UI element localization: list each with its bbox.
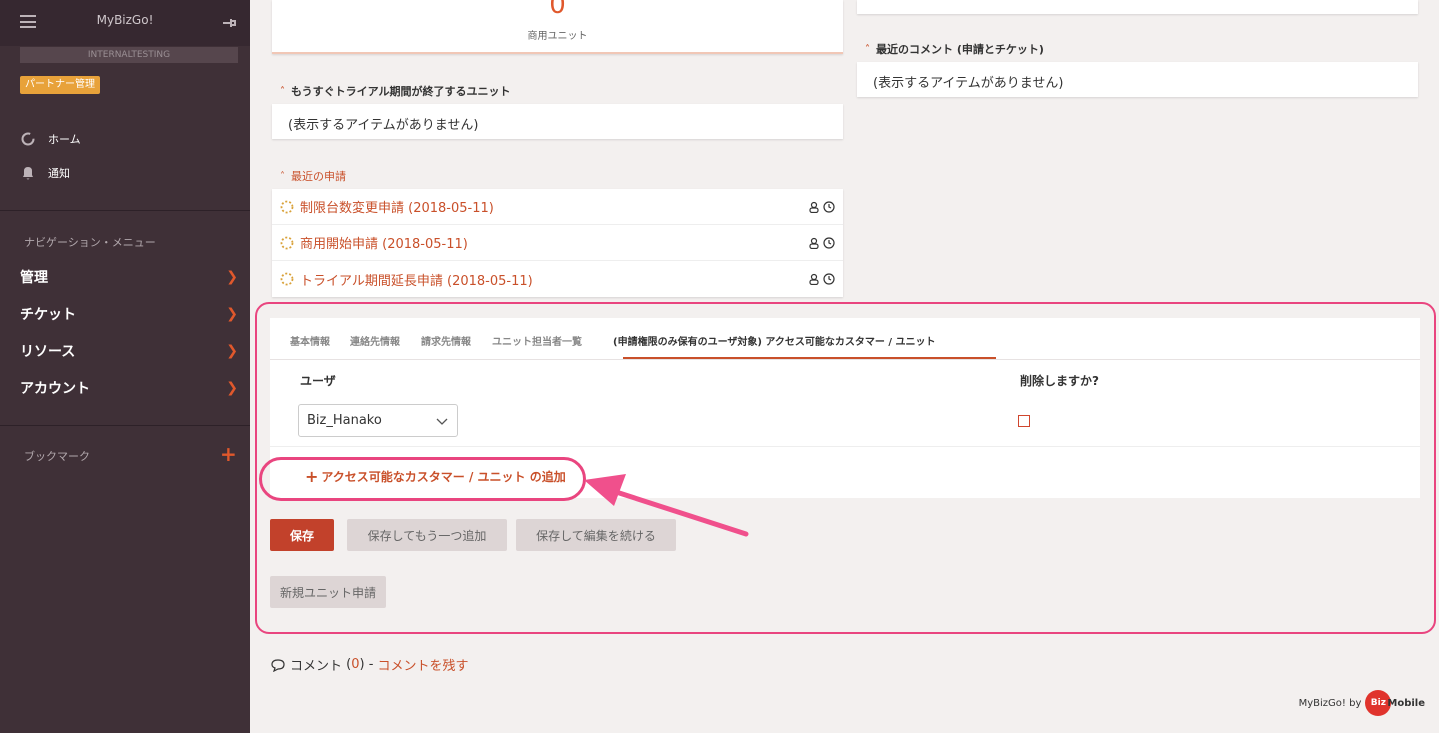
highlight-oval (259, 457, 586, 501)
user-select[interactable]: Biz_Hanako (298, 404, 458, 437)
save-and-add-another-button[interactable]: 保存してもう一つ追加 (347, 519, 507, 551)
trial-section-card: (表示するアイテムがありません) (272, 104, 843, 139)
nav-item-resources[interactable]: リソース ❯ (20, 341, 238, 361)
request-meta (808, 200, 835, 213)
recent-comments-card: (表示するアイテムがありません) (857, 62, 1418, 97)
chevron-up-icon: ˄ (280, 85, 285, 97)
tab-billing-info[interactable]: 請求先情報 (421, 333, 471, 348)
comment-count: 0 (351, 657, 360, 672)
sidebar-divider (0, 210, 250, 211)
empty-message: (表示するアイテムがありません) (288, 118, 479, 133)
section-title: もうすぐトライアル期間が終了するユニット (291, 85, 511, 98)
footer: MyBizGo! by Biz Mobile (1299, 690, 1425, 716)
circle-icon (21, 132, 35, 146)
request-link[interactable]: トライアル期間延長申請 (2018-05-11) (300, 270, 808, 289)
clock-icon (823, 273, 835, 285)
empty-message: (表示するアイテムがありません) (873, 76, 1064, 91)
sidebar-item-notifications[interactable]: 通知 (20, 165, 70, 181)
comment-close-paren: ) - (359, 657, 378, 672)
column-header-delete: 削除しますか? (1020, 374, 1099, 388)
active-tab-indicator (623, 357, 996, 359)
clock-icon (823, 236, 835, 249)
clock-icon (823, 200, 835, 213)
chevron-right-icon: ❯ (226, 343, 238, 359)
tab-contact-info[interactable]: 連絡先情報 (350, 333, 400, 348)
request-link[interactable]: 制限台数変更申請 (2018-05-11) (300, 197, 808, 216)
sidebar-item-home[interactable]: ホーム (20, 131, 81, 147)
nav-heading: ナビゲーション・メニュー (24, 236, 156, 249)
user-icon (809, 273, 819, 285)
sidebar-item-label: ホーム (48, 133, 81, 146)
recent-comments-heading[interactable]: ˄ 最近のコメント (申請とチケット) (865, 41, 1044, 57)
bookmark-heading: ブックマーク (24, 450, 90, 463)
request-meta (808, 273, 835, 285)
commercial-units-label: 商用ユニット (527, 31, 588, 42)
sidebar-item-label: 通知 (48, 167, 70, 180)
bizmobile-logo: Biz Mobile (1365, 690, 1425, 716)
tab-unit-contacts[interactable]: ユニット担当者一覧 (492, 333, 582, 348)
tab-basic-info[interactable]: 基本情報 (290, 333, 330, 348)
sidebar-topbar: MyBizGo! (0, 0, 250, 46)
new-unit-request-button[interactable]: 新規ユニット申請 (270, 576, 386, 608)
logo-text: Mobile (1387, 697, 1425, 709)
trial-section-heading[interactable]: ˄ もうすぐトライアル期間が終了するユニット (280, 83, 511, 99)
section-title: 最近の申請 (291, 170, 346, 183)
recent-requests-heading[interactable]: ˄ 最近の申請 (280, 168, 346, 184)
column-header-user: ユーザ (300, 374, 336, 388)
comment-open-paren: ( (342, 657, 352, 672)
nav-item-label: チケット (20, 307, 76, 323)
chevron-down-icon (436, 418, 448, 425)
section-title: 最近のコメント (申請とチケット) (876, 43, 1044, 56)
chevron-right-icon: ❯ (226, 306, 238, 322)
user-select-value: Biz_Hanako (307, 413, 382, 428)
list-item[interactable]: トライアル期間延長申請 (2018-05-11) (272, 261, 843, 297)
right-top-card (857, 0, 1418, 14)
delete-checkbox[interactable] (1018, 415, 1030, 427)
bell-icon (23, 167, 33, 180)
chevron-right-icon: ❯ (226, 380, 238, 396)
pending-spinner-icon (280, 272, 294, 286)
leave-comment-link[interactable]: コメントを残す (378, 655, 469, 674)
nav-item-tickets[interactable]: チケット ❯ (20, 304, 238, 324)
nav-item-account[interactable]: アカウント ❯ (20, 378, 238, 398)
nav-item-management[interactable]: 管理 ❯ (20, 267, 238, 287)
chevron-up-icon: ˄ (865, 43, 870, 55)
add-bookmark-icon[interactable]: + (220, 444, 237, 464)
recent-requests-card: 制限台数変更申請 (2018-05-11) 商用開始申請 (2018-05-11… (272, 189, 843, 297)
tab-bar: 基本情報 連絡先情報 請求先情報 ユニット担当者一覧 (申請権限のみ保有のユーザ… (270, 318, 1420, 360)
chevron-up-icon: ˄ (280, 170, 285, 182)
sidebar-divider (0, 425, 250, 426)
tab-accessible-customers[interactable]: (申請権限のみ保有のユーザ対象) アクセス可能なカスタマー / ユニット (613, 333, 936, 348)
commercial-units-card: 0 商用ユニット (272, 0, 843, 54)
app-title: MyBizGo! (96, 13, 154, 27)
nav-item-label: アカウント (20, 381, 90, 397)
tenant-label: INTERNALTESTING (20, 47, 238, 63)
save-button[interactable]: 保存 (270, 519, 334, 551)
pending-spinner-icon (280, 236, 294, 249)
nav-item-label: 管理 (20, 270, 48, 286)
user-icon (809, 201, 819, 213)
comment-label: コメント (290, 659, 343, 674)
request-link[interactable]: 商用開始申請 (2018-05-11) (300, 233, 808, 252)
list-item[interactable]: 商用開始申請 (2018-05-11) (272, 225, 843, 261)
chevron-right-icon: ❯ (226, 269, 238, 285)
footer-text: MyBizGo! by (1298, 697, 1362, 709)
pending-spinner-icon (280, 200, 294, 213)
request-meta (808, 236, 835, 249)
nav-item-label: リソース (20, 344, 76, 360)
pin-icon[interactable] (220, 14, 238, 32)
sidebar: MyBizGo! INTERNALTESTING パートナー管理 ホーム 通知 … (0, 0, 250, 733)
main-content: 0 商用ユニット ˄ もうすぐトライアル期間が終了するユニット (表示するアイテ… (250, 0, 1439, 733)
speech-bubble-icon (271, 658, 285, 672)
partner-management-badge[interactable]: パートナー管理 (20, 76, 100, 94)
comment-line: コメント ( 0 ) - コメントを残す (270, 655, 469, 674)
save-and-continue-button[interactable]: 保存して編集を続ける (516, 519, 676, 551)
user-icon (809, 237, 819, 249)
commercial-units-count: 0 (549, 0, 566, 20)
form-divider (270, 446, 1420, 447)
list-item[interactable]: 制限台数変更申請 (2018-05-11) (272, 189, 843, 225)
